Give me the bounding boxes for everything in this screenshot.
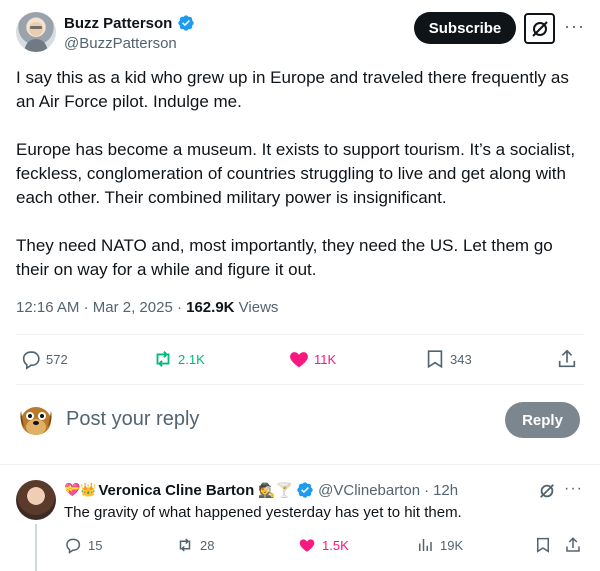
reply-button[interactable]: Reply <box>505 402 580 438</box>
bookmark-count: 343 <box>450 351 472 367</box>
tweet-date[interactable]: Mar 2, 2025 <box>93 299 173 316</box>
tweet-text: I say this as a kid who grew up in Europ… <box>16 66 586 306</box>
repost-action[interactable]: 2.1K <box>152 342 205 376</box>
share-action[interactable] <box>564 534 582 556</box>
author-avatar[interactable] <box>16 12 56 52</box>
bookmark-action[interactable]: 343 <box>424 342 472 376</box>
reply-text: The gravity of what happened yesterday h… <box>64 504 462 521</box>
reply-author-handle[interactable]: @VClinebarton <box>318 482 420 499</box>
meta-separator: · <box>83 299 93 316</box>
grok-icon[interactable] <box>538 482 556 500</box>
tweet-meta: 12:16 AM · Mar 2, 2025 · 162.9K Views <box>16 299 278 316</box>
bookmark-icon <box>537 537 549 553</box>
bookmark-action[interactable] <box>534 534 552 556</box>
views-count[interactable]: 162.9K <box>186 299 234 316</box>
reply-header: 💝👑 Veronica Cline Barton 🕵️🍸 @VClinebart… <box>64 481 458 499</box>
tweet-header: Buzz Patterson @BuzzPatterson Subscribe … <box>16 12 584 56</box>
reply-input[interactable] <box>66 408 366 431</box>
repost-icon <box>156 351 170 367</box>
subscribe-button[interactable]: Subscribe <box>414 12 516 44</box>
name-emoji: 🕵️🍸 <box>258 481 294 498</box>
like-action[interactable]: 1.5K <box>298 534 349 556</box>
reply-count: 572 <box>46 351 68 367</box>
more-horizontal-icon[interactable]: ··· <box>564 481 583 497</box>
grok-icon <box>531 20 548 37</box>
reply-author-avatar[interactable] <box>16 480 56 520</box>
tweet-time[interactable]: 12:16 AM <box>16 299 79 316</box>
share-action[interactable] <box>556 342 578 376</box>
verified-badge-icon[interactable] <box>296 481 314 499</box>
tweet-paragraph: They need NATO and, most importantly, th… <box>16 236 553 279</box>
reply-icon <box>66 538 81 554</box>
views-count: 19K <box>440 537 464 553</box>
views-chart-icon <box>419 539 432 551</box>
share-icon <box>566 537 580 552</box>
like-count: 11K <box>314 351 337 367</box>
like-action[interactable]: 11K <box>288 342 336 376</box>
verified-badge-icon[interactable] <box>177 14 195 32</box>
tweet-paragraph: I say this as a kid who grew up in Europ… <box>16 68 569 111</box>
meta-separator: · <box>424 481 430 499</box>
meta-separator: · <box>176 299 187 316</box>
tweet-actions: 572 2.1K 11K 343 <box>16 342 584 376</box>
heart-icon <box>299 539 315 552</box>
reply-composer: Reply <box>16 398 584 442</box>
author-handle[interactable]: @BuzzPatterson <box>64 35 177 52</box>
reply-time[interactable]: 12h <box>433 482 458 499</box>
name-emoji: 💝👑 <box>64 482 97 497</box>
reply-actions: 15 28 1.5K 19K <box>64 534 584 556</box>
reply-icon <box>22 351 40 370</box>
views-label: Views <box>238 299 279 316</box>
repost-count: 28 <box>200 537 215 553</box>
reply-tweet[interactable]: 💝👑 Veronica Cline Barton 🕵️🍸 @VClinebart… <box>0 470 600 571</box>
reply-count: 15 <box>88 537 103 553</box>
like-count: 1.5K <box>322 537 349 553</box>
repost-icon <box>179 538 191 552</box>
grok-button[interactable] <box>524 13 555 44</box>
heart-icon <box>290 352 308 368</box>
user-avatar[interactable] <box>16 399 56 439</box>
bookmark-icon <box>427 350 443 369</box>
tweet-paragraph: Europe has become a museum. It exists to… <box>16 140 576 207</box>
reply-action[interactable]: 572 <box>20 342 68 376</box>
repost-count: 2.1K <box>178 351 205 367</box>
divider <box>16 334 584 335</box>
repost-action[interactable]: 28 <box>176 534 214 556</box>
reply-action[interactable]: 15 <box>64 534 102 556</box>
thread-line <box>35 524 37 571</box>
reply-author-name[interactable]: Veronica Cline Barton <box>98 482 254 499</box>
views-action[interactable]: 19K <box>416 534 463 556</box>
author-name[interactable]: Buzz Patterson <box>64 15 172 32</box>
more-horizontal-icon[interactable]: ··· <box>564 17 585 35</box>
divider <box>16 384 584 385</box>
divider <box>0 464 600 465</box>
share-icon <box>558 349 576 368</box>
